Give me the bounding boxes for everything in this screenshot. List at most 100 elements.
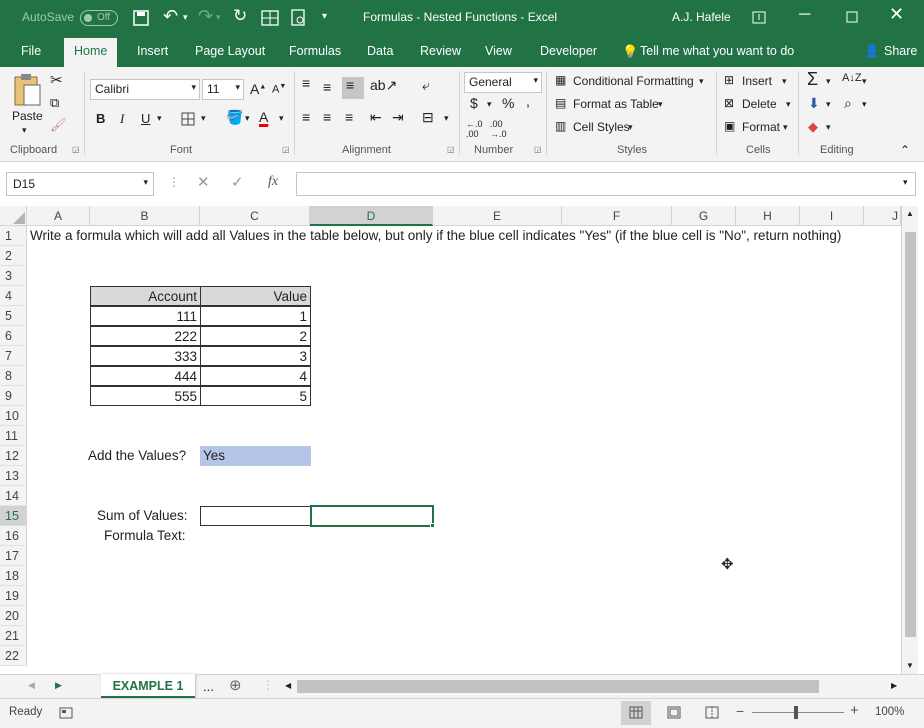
row-header[interactable]: 2 — [0, 246, 27, 266]
row-header[interactable]: 6 — [0, 326, 27, 346]
column-header-g[interactable]: G — [672, 206, 736, 226]
font-name-dropdown[interactable]: Calibri ▾ — [90, 79, 200, 100]
normal-view-button[interactable] — [621, 701, 651, 725]
save-icon[interactable] — [133, 10, 149, 26]
sort-filter-dropdown-icon[interactable]: ▾ — [862, 76, 867, 87]
tab-split-grip-icon[interactable]: ⋮ — [262, 678, 274, 692]
find-select-icon[interactable]: ⌕ — [844, 95, 852, 112]
borders-dropdown-icon[interactable]: ▾ — [201, 113, 206, 124]
tab-page-layout[interactable]: Page Layout — [195, 44, 265, 58]
undo-dropdown-icon[interactable]: ▾ — [183, 12, 188, 23]
row-header[interactable]: 16 — [0, 526, 27, 546]
row-header[interactable]: 21 — [0, 626, 27, 646]
zoom-slider-track[interactable] — [752, 712, 844, 713]
add-values-label[interactable]: Add the Values? — [88, 446, 186, 466]
conditional-formatting-dropdown-icon[interactable]: ▾ — [699, 76, 704, 87]
wrap-text-icon[interactable]: ⤶ — [422, 77, 430, 94]
merge-center-icon[interactable]: ⊟ — [422, 109, 434, 126]
column-header-j[interactable]: J — [864, 206, 901, 226]
align-center-icon[interactable]: ≡ — [323, 109, 331, 125]
row-header[interactable]: 12 — [0, 446, 27, 466]
print-preview-icon[interactable] — [291, 9, 307, 27]
minimize-icon[interactable]: ─ — [799, 6, 810, 24]
more-sheets-button[interactable]: ... — [203, 679, 214, 694]
collapse-ribbon-icon[interactable]: ⌃ — [900, 143, 910, 157]
format-cells-button[interactable]: Format — [742, 120, 780, 134]
maximize-icon[interactable] — [846, 11, 858, 23]
bottom-align-icon[interactable]: ≡ — [342, 77, 364, 99]
currency-icon[interactable]: $ — [470, 95, 478, 111]
row-header[interactable]: 3 — [0, 266, 27, 286]
number-format-dropdown[interactable]: General ▾ — [464, 72, 542, 93]
formula-input[interactable] — [296, 172, 916, 196]
merge-dropdown-icon[interactable]: ▾ — [444, 113, 449, 124]
confirm-entry-icon[interactable]: ✓ — [231, 173, 244, 191]
middle-align-icon[interactable]: ≡ — [323, 79, 331, 95]
tab-review[interactable]: Review — [420, 44, 461, 58]
decrease-decimal-icon[interactable]: .00 →.0 — [490, 119, 507, 139]
paste-icon[interactable] — [12, 73, 42, 109]
tab-developer[interactable]: Developer — [540, 44, 597, 58]
font-color-dropdown-icon[interactable]: ▾ — [279, 113, 284, 124]
delete-dropdown-icon[interactable]: ▾ — [786, 99, 791, 110]
form-icon[interactable] — [261, 10, 279, 26]
close-icon[interactable]: ✕ — [889, 4, 904, 25]
autosum-dropdown-icon[interactable]: ▾ — [826, 76, 831, 87]
vertical-scroll-thumb[interactable] — [905, 232, 916, 637]
tab-insert[interactable]: Insert — [137, 44, 168, 58]
row-header[interactable]: 20 — [0, 606, 27, 626]
prev-sheet-icon[interactable]: ◀ — [28, 680, 35, 691]
customize-qat-icon[interactable]: ▾ — [322, 11, 327, 22]
underline-button[interactable]: U — [141, 111, 150, 126]
table-cell-account[interactable]: 555 — [90, 386, 201, 406]
scroll-down-icon[interactable]: ▼ — [906, 661, 914, 670]
row-header[interactable]: 15 — [0, 506, 27, 526]
column-header-f[interactable]: F — [562, 206, 672, 226]
table-header-value[interactable]: Value — [200, 286, 311, 306]
horizontal-scroll-thumb[interactable] — [297, 680, 819, 693]
vertical-scrollbar[interactable]: ▲ ▼ — [901, 206, 918, 674]
font-color-icon[interactable]: A — [259, 109, 268, 125]
borders-icon[interactable] — [181, 112, 195, 126]
tab-file[interactable]: File — [21, 44, 41, 58]
tab-formulas[interactable]: Formulas — [289, 44, 341, 58]
underline-dropdown-icon[interactable]: ▾ — [157, 113, 162, 124]
italic-button[interactable]: I — [120, 111, 124, 127]
fill-color-dropdown-icon[interactable]: ▾ — [245, 113, 250, 124]
column-header-c[interactable]: C — [200, 206, 310, 226]
worksheet-grid[interactable] — [0, 206, 901, 674]
row-header[interactable]: 10 — [0, 406, 27, 426]
orientation-icon[interactable]: ab↗ — [370, 77, 397, 94]
format-as-table-dropdown-icon[interactable]: ▾ — [658, 99, 663, 110]
cell-styles-dropdown-icon[interactable]: ▾ — [628, 122, 633, 133]
row-header[interactable]: 19 — [0, 586, 27, 606]
row-header[interactable]: 7 — [0, 346, 27, 366]
table-cell-account[interactable]: 333 — [90, 346, 201, 366]
column-header-b[interactable]: B — [90, 206, 200, 226]
row-header[interactable]: 11 — [0, 426, 27, 446]
comma-icon[interactable]: , — [526, 93, 530, 109]
sum-label[interactable]: Sum of Values: — [97, 506, 188, 526]
sum-result-cell[interactable] — [200, 506, 311, 526]
row-header[interactable]: 8 — [0, 366, 27, 386]
sheet-tab-example-1[interactable]: EXAMPLE 1 — [101, 674, 195, 698]
table-cell-account[interactable]: 222 — [90, 326, 201, 346]
clear-icon[interactable]: ◆ — [808, 119, 818, 135]
page-break-view-icon[interactable] — [705, 706, 719, 719]
table-cell-value[interactable]: 5 — [200, 386, 311, 406]
paste-dropdown-icon[interactable]: ▾ — [22, 125, 27, 136]
next-sheet-icon[interactable]: ▶ — [55, 680, 62, 691]
insert-dropdown-icon[interactable]: ▾ — [782, 76, 787, 87]
conditional-formatting-button[interactable]: Conditional Formatting — [573, 74, 694, 88]
fill-icon[interactable]: ⬇ — [808, 95, 820, 112]
number-launcher-icon[interactable]: ◲ — [534, 145, 542, 154]
increase-font-icon[interactable]: A▲ — [250, 81, 266, 97]
increase-decimal-icon[interactable]: ←.0.00 — [466, 119, 483, 139]
scroll-up-icon[interactable]: ▲ — [906, 209, 914, 218]
add-values-input-cell[interactable]: Yes — [200, 446, 311, 466]
table-cell-value[interactable]: 1 — [200, 306, 311, 326]
zoom-slider-thumb[interactable] — [794, 706, 798, 719]
zoom-in-icon[interactable]: + — [850, 702, 859, 719]
delete-cells-button[interactable]: Delete — [742, 97, 777, 111]
row-header[interactable]: 4 — [0, 286, 27, 306]
